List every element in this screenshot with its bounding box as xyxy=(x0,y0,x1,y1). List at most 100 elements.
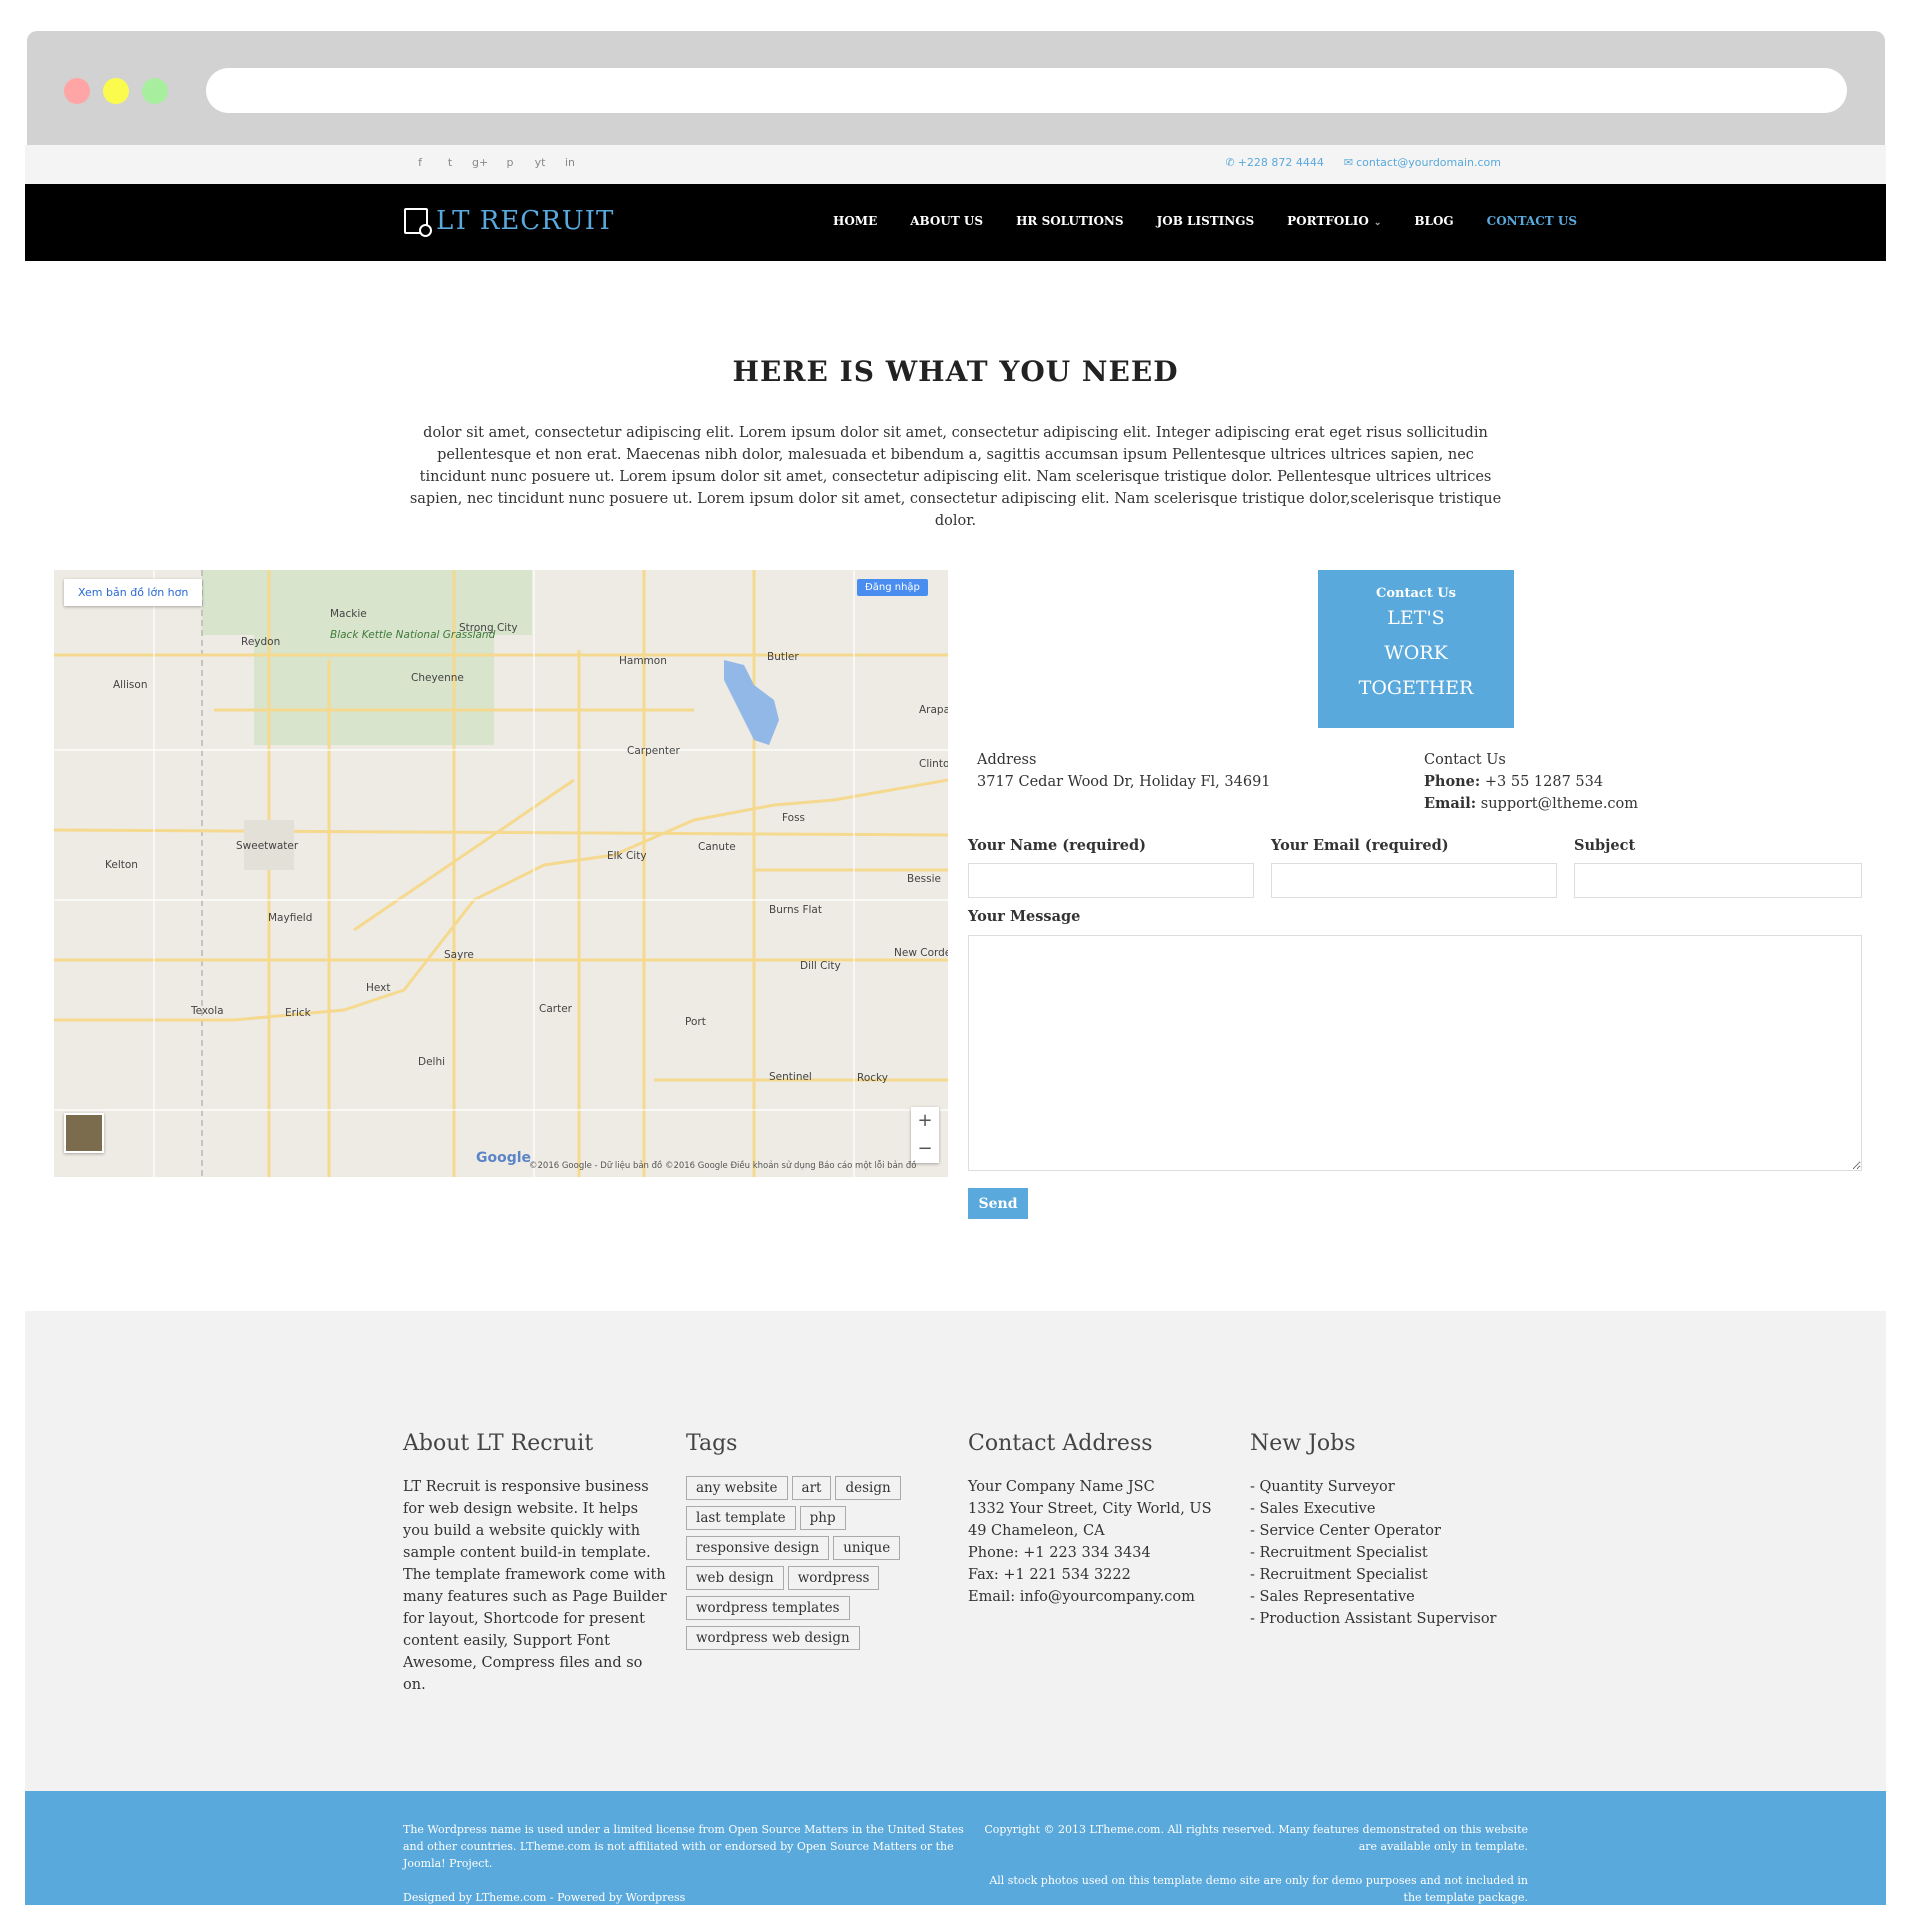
email-value[interactable]: support@ltheme.com xyxy=(1481,796,1638,812)
map-label: Kelton xyxy=(105,859,138,871)
intro-text: dolor sit amet, consectetur adipiscing e… xyxy=(409,425,1502,529)
main-navbar: LT RECRUIT HOME ABOUT US HR SOLUTIONS JO… xyxy=(25,184,1886,261)
close-window-dot[interactable] xyxy=(64,78,90,104)
job-link[interactable]: - Recruitment Specialist xyxy=(1250,1564,1520,1586)
map-label: Sayre xyxy=(444,949,474,961)
tag[interactable]: responsive design xyxy=(686,1536,830,1560)
logo-text: LT RECRUIT xyxy=(436,206,615,236)
map-login-button[interactable]: Đăng nhập xyxy=(857,579,928,596)
top-bar: f t g+ p yt in ✆ +228 872 4444 ✉ contact@y… xyxy=(25,145,1886,184)
google-map[interactable]: Xem bản đồ lớn hơn Đăng nhập Mackie Blac… xyxy=(54,570,948,1177)
subject-input[interactable] xyxy=(1574,863,1862,898)
top-phone[interactable]: ✆ +228 872 4444 xyxy=(1225,156,1323,169)
tag[interactable]: php xyxy=(799,1506,846,1530)
map-label: Hext xyxy=(366,982,391,994)
tag[interactable]: any website xyxy=(686,1476,788,1500)
contact-box-line: TOGETHER xyxy=(1358,677,1474,699)
tag[interactable]: unique xyxy=(833,1536,901,1560)
footer-about: About LT Recruit LT Recruit is responsiv… xyxy=(403,1431,668,1696)
map-label: Delhi xyxy=(418,1056,446,1068)
map-label: Foss xyxy=(782,812,806,824)
nav-menu: HOME ABOUT US HR SOLUTIONS JOB LISTINGS … xyxy=(833,214,1577,228)
view-larger-map-button[interactable]: Xem bản đồ lớn hơn xyxy=(64,579,203,606)
top-email[interactable]: ✉ contact@yourdomain.com xyxy=(1344,156,1501,169)
map-label: Reydon xyxy=(241,636,281,648)
map-label: Canute xyxy=(698,841,736,853)
tag[interactable]: art xyxy=(791,1476,832,1500)
map-label: New Corde xyxy=(894,947,948,959)
youtube-icon[interactable]: yt xyxy=(532,155,548,171)
nav-job-listings[interactable]: JOB LISTINGS xyxy=(1157,214,1255,228)
logo-icon xyxy=(404,208,432,237)
job-link[interactable]: - Sales Representative xyxy=(1250,1586,1520,1608)
site-logo[interactable]: LT RECRUIT xyxy=(404,206,615,237)
tag-cloud: any website art design last template php… xyxy=(686,1476,911,1650)
map-roads xyxy=(54,570,948,1177)
nav-contact-us[interactable]: CONTACT US xyxy=(1487,214,1577,228)
zoom-out-button[interactable]: − xyxy=(911,1135,939,1163)
envelope-icon: ✉ xyxy=(1343,156,1354,169)
tag[interactable]: design xyxy=(835,1476,901,1500)
name-input[interactable] xyxy=(968,863,1254,898)
job-link[interactable]: - Recruitment Specialist xyxy=(1250,1542,1520,1564)
email-label: Email: xyxy=(1424,795,1477,812)
phone-value: +3 55 1287 534 xyxy=(1484,774,1604,790)
tag[interactable]: wordpress web design xyxy=(686,1626,860,1650)
maximize-window-dot[interactable] xyxy=(142,78,168,104)
footer-address-line: Your Company Name JSC xyxy=(968,1479,1155,1495)
name-label: Your Name (required) xyxy=(968,837,1147,854)
linkedin-icon[interactable]: in xyxy=(562,155,578,171)
map-label: Dill City xyxy=(800,960,841,972)
map-label: Cheyenne xyxy=(411,672,464,684)
website: f t g+ p yt in ✆ +228 872 4444 ✉ contact@y… xyxy=(25,145,1886,1905)
footer-about-title: About LT Recruit xyxy=(403,1431,594,1456)
tag[interactable]: web design xyxy=(686,1566,784,1590)
map-label: Butler xyxy=(767,651,799,663)
tag[interactable]: wordpress xyxy=(787,1566,880,1590)
tag[interactable]: wordpress templates xyxy=(686,1596,850,1620)
job-link[interactable]: - Sales Executive xyxy=(1250,1498,1520,1520)
nav-portfolio[interactable]: PORTFOLIO ⌄ xyxy=(1287,214,1381,228)
google-plus-icon[interactable]: g+ xyxy=(472,155,488,171)
minimize-window-dot[interactable] xyxy=(103,78,129,104)
nav-hr-solutions[interactable]: HR SOLUTIONS xyxy=(1016,214,1123,228)
social-links: f t g+ p yt in xyxy=(412,155,578,171)
tag[interactable]: last template xyxy=(686,1506,796,1530)
facebook-icon[interactable]: f xyxy=(412,155,428,171)
map-label: Port xyxy=(685,1016,706,1028)
job-link[interactable]: - Production Assistant Supervisor xyxy=(1250,1608,1520,1630)
zoom-in-button[interactable]: + xyxy=(911,1107,939,1135)
map-label: Mackie xyxy=(330,608,367,620)
job-link[interactable]: - Service Center Operator xyxy=(1250,1520,1520,1542)
footer-jobs-title: New Jobs xyxy=(1250,1431,1356,1456)
map-label: Texola xyxy=(191,1005,224,1017)
bottom-bar: The Wordpress name is used under a limit… xyxy=(25,1791,1886,1905)
pinterest-icon[interactable]: p xyxy=(502,155,518,171)
bottom-right: Copyright © 2013 LTheme.com. All rights … xyxy=(977,1821,1528,1906)
twitter-icon[interactable]: t xyxy=(442,155,458,171)
send-button[interactable]: Send xyxy=(968,1188,1028,1219)
browser-chrome xyxy=(27,31,1885,145)
chevron-down-icon: ⌄ xyxy=(1373,218,1382,228)
map-label: Hammon xyxy=(619,655,667,667)
contact-box-subtitle: Contact Us xyxy=(1376,586,1456,601)
message-label: Your Message xyxy=(968,908,1081,925)
footer-address-line: Email: info@yourcompany.com xyxy=(968,1589,1195,1605)
contact-label: Contact Us xyxy=(1424,752,1506,768)
map-label: Carter xyxy=(539,1003,572,1015)
nav-home[interactable]: HOME xyxy=(833,214,877,228)
job-link[interactable]: - Quantity Surveyor xyxy=(1250,1476,1520,1498)
satellite-toggle[interactable] xyxy=(64,1113,104,1153)
nav-blog[interactable]: BLOG xyxy=(1414,214,1453,228)
footer-tags: Tags any website art design last templat… xyxy=(686,1431,916,1650)
footer-about-text: LT Recruit is responsive business for we… xyxy=(403,1479,667,1693)
message-textarea[interactable] xyxy=(968,935,1862,1171)
stock-photos-text: All stock photos used on this template d… xyxy=(989,1874,1528,1904)
footer-tags-title: Tags xyxy=(686,1431,738,1456)
email-input[interactable] xyxy=(1271,863,1557,898)
map-label: Mayfield xyxy=(268,912,313,924)
address-bar[interactable] xyxy=(206,68,1847,113)
jobs-list: - Quantity Surveyor - Sales Executive - … xyxy=(1250,1476,1520,1630)
nav-about-us[interactable]: ABOUT US xyxy=(910,214,983,228)
subject-label: Subject xyxy=(1574,837,1636,854)
